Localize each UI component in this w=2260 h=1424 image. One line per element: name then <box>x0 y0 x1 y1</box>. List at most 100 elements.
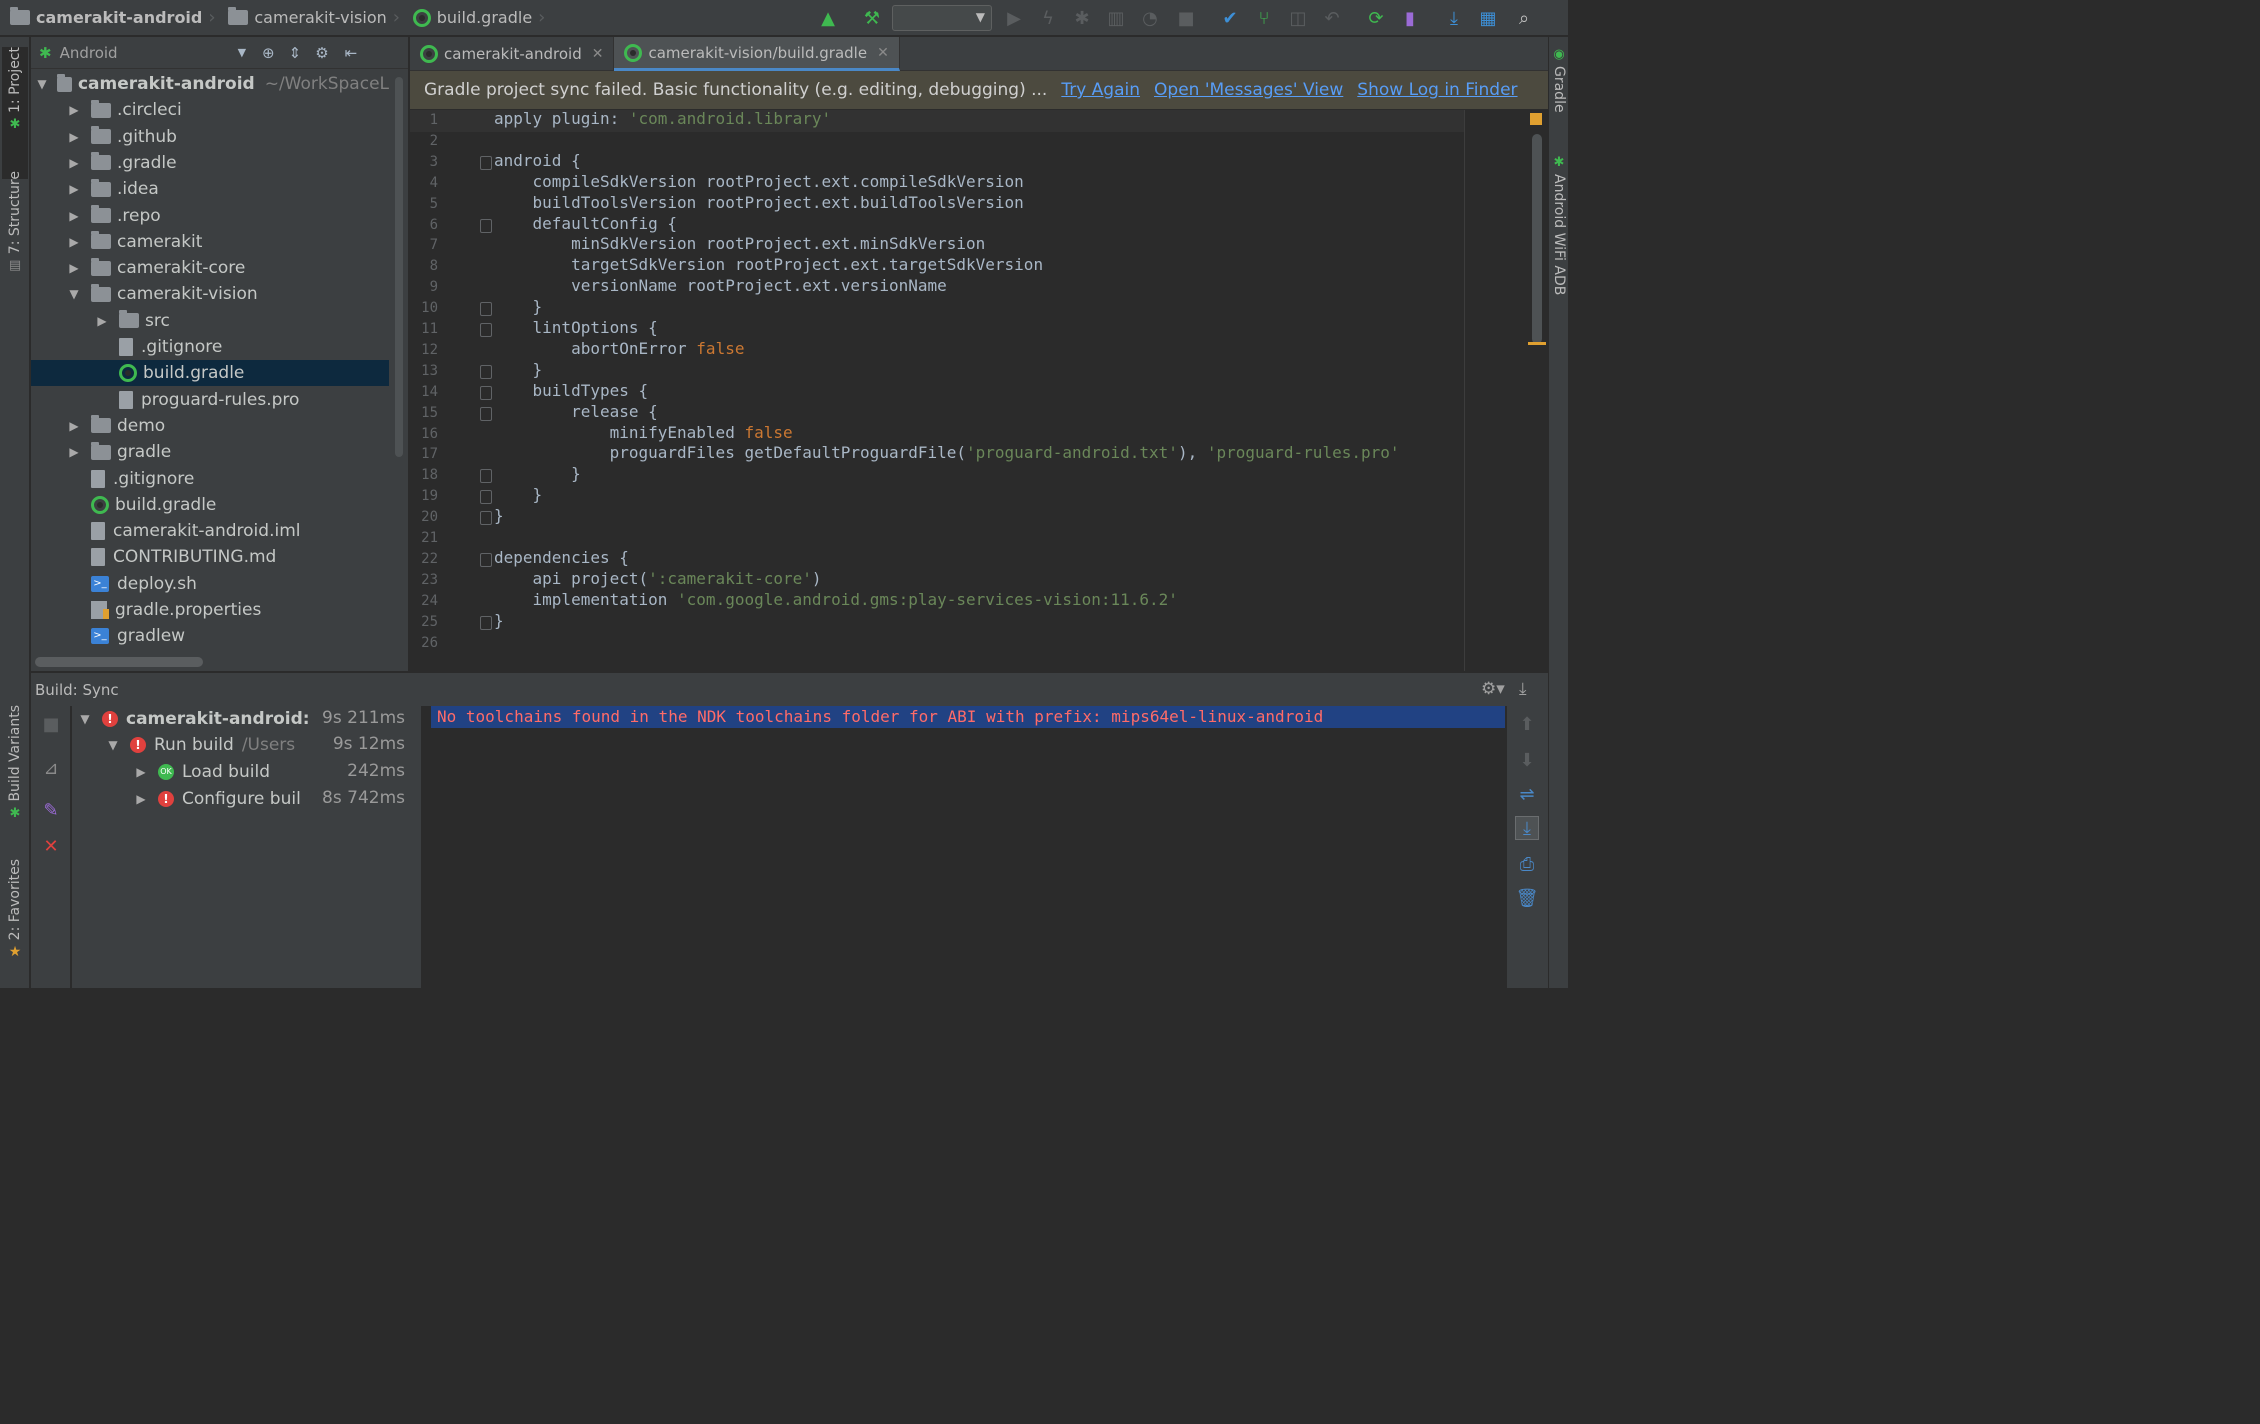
tree-item[interactable]: ▶ .github <box>31 124 389 150</box>
soft-wrap-icon[interactable]: ⇌ <box>1515 782 1539 806</box>
tree-item[interactable]: ▶ .idea <box>31 176 389 202</box>
arrow-down-icon[interactable]: ⬇ <box>1515 748 1539 772</box>
toggle-view-icon[interactable]: ⊿ <box>39 756 63 780</box>
run-configuration-select[interactable]: ▼ <box>892 5 992 31</box>
error-message[interactable]: No toolchains found in the NDK toolchain… <box>431 706 1505 728</box>
chevron-right-icon[interactable]: ▶ <box>67 156 81 170</box>
revert-icon[interactable]: ↶ <box>1320 6 1344 30</box>
tree-item[interactable]: ▶ camerakit <box>31 229 389 255</box>
close-icon[interactable]: ✕ <box>592 46 604 62</box>
tab-camerakit-vision-build-gradle[interactable]: camerakit-vision/build.gradle ✕ <box>614 37 900 71</box>
chevron-right-icon[interactable]: ▶ <box>67 182 81 196</box>
tool-tab-project[interactable]: 1: Project ✱ <box>2 47 28 179</box>
fold-marker-icon[interactable] <box>480 615 492 630</box>
tree-item[interactable]: .gitignore <box>31 466 389 492</box>
tree-item[interactable]: >_ deploy.sh <box>31 571 389 597</box>
print-icon[interactable]: ⎙ <box>1515 852 1539 876</box>
tree-item[interactable]: ▼ camerakit-vision <box>31 281 389 307</box>
fold-marker-icon[interactable] <box>480 155 492 170</box>
fold-marker-icon[interactable] <box>480 406 492 421</box>
android-device-icon[interactable]: ▲ <box>816 6 840 30</box>
profile-icon[interactable]: ▥ <box>1104 6 1128 30</box>
chevron-right-icon[interactable]: ▶ <box>67 261 81 275</box>
open-messages-view-link[interactable]: Open 'Messages' View <box>1154 80 1343 100</box>
tree-item[interactable]: ▶ .gradle <box>31 150 389 176</box>
vcs-history-icon[interactable]: ◫ <box>1286 6 1310 30</box>
tool-tab-gradle[interactable]: ◉ Gradle <box>1546 47 1572 147</box>
locate-icon[interactable]: ⊕ <box>262 44 275 62</box>
run-icon[interactable]: ▶ <box>1002 6 1026 30</box>
chevron-right-icon[interactable]: ▶ <box>67 130 81 144</box>
fold-marker-icon[interactable] <box>480 218 492 233</box>
tab-camerakit-android[interactable]: camerakit-android ✕ <box>410 37 615 71</box>
tree-item[interactable]: ▼ camerakit-android ~/WorkSpaceL <box>31 71 389 97</box>
analysis-warning-marker[interactable] <box>1530 113 1542 125</box>
tree-item[interactable]: CONTRIBUTING.md <box>31 544 389 570</box>
tree-item[interactable]: camerakit-android.iml <box>31 518 389 544</box>
scroll-to-end-icon[interactable]: ⤓ <box>1515 816 1539 840</box>
avd-manager-icon[interactable]: ▮ <box>1398 6 1422 30</box>
fold-marker-icon[interactable] <box>480 323 492 337</box>
stop-icon[interactable]: ■ <box>39 712 63 736</box>
chevron-right-icon[interactable]: ▶ <box>67 235 81 249</box>
code-editor[interactable]: 1 apply plugin: 'com.android.library' 2 3 an… <box>410 110 1548 671</box>
tool-tab-build-variants[interactable]: Build Variants ✱ <box>2 705 28 835</box>
build-tree-item[interactable]: ▼! camerakit-android: <box>78 706 309 732</box>
vcs-update-icon[interactable]: ✔ <box>1218 6 1242 30</box>
tool-tab-wifi-adb[interactable]: ✱ Android WiFi ADB <box>1546 155 1572 325</box>
chevron-right-icon[interactable]: ▶ <box>67 209 81 223</box>
chevron-right-icon[interactable]: ▶ <box>67 419 81 433</box>
tree-item[interactable]: ▶ .repo <box>31 203 389 229</box>
tree-item[interactable]: build.gradle <box>31 492 389 518</box>
tool-tab-structure[interactable]: 7: Structure ▤ <box>2 171 28 311</box>
tree-item[interactable]: ▶ src <box>31 308 389 334</box>
pin-icon[interactable]: ✎ <box>39 798 63 822</box>
tree-item[interactable]: ▶ .circleci <box>31 97 389 123</box>
chevron-down-icon[interactable]: ▼ <box>37 77 47 91</box>
hide-panel-icon[interactable]: ⇤ <box>345 44 358 62</box>
gear-icon[interactable]: ⚙ <box>315 44 328 62</box>
fold-marker-icon[interactable] <box>480 364 492 379</box>
trash-icon[interactable]: 🗑 <box>1515 886 1539 910</box>
tree-item[interactable]: build.gradle <box>31 360 389 387</box>
fold-marker-icon[interactable] <box>480 469 492 484</box>
build-output[interactable]: No toolchains found in the NDK toolchain… <box>423 706 1506 988</box>
debug-icon[interactable]: ✱ <box>1070 6 1094 30</box>
close-icon[interactable]: ✕ <box>39 834 63 858</box>
horizontal-scrollbar[interactable] <box>35 657 203 667</box>
show-log-in-finder-link[interactable]: Show Log in Finder <box>1357 80 1517 100</box>
fold-marker-icon[interactable] <box>480 511 492 526</box>
editor-scrollbar[interactable] <box>1532 134 1542 344</box>
tree-item[interactable]: gradle.properties <box>31 597 389 623</box>
chevron-right-icon[interactable]: ▶ <box>95 314 109 328</box>
chevron-right-icon[interactable]: ▶ <box>134 765 148 779</box>
tree-item[interactable]: ▶ demo <box>31 413 389 439</box>
breadcrumb-file[interactable]: build.gradle <box>403 0 538 36</box>
fold-marker-icon[interactable] <box>480 490 492 505</box>
chevron-right-icon[interactable]: ▶ <box>67 445 81 459</box>
fold-marker-icon[interactable] <box>480 552 492 567</box>
sync-gradle-icon[interactable]: ⟳ <box>1364 6 1388 30</box>
tree-item[interactable]: >_ gradlew <box>31 623 389 649</box>
close-icon[interactable]: ✕ <box>877 45 889 61</box>
tree-item[interactable]: proguard-rules.pro <box>31 387 389 413</box>
chevron-down-icon[interactable]: ▼ <box>67 287 81 301</box>
fold-marker-icon[interactable] <box>480 302 492 317</box>
build-tree-item[interactable]: ▼! Run build/Users <box>106 732 295 758</box>
profiler-gauge-icon[interactable]: ◔ <box>1138 6 1162 30</box>
tree-item[interactable]: ▶ camerakit-core <box>31 255 389 281</box>
project-view-selector[interactable]: Android <box>60 44 238 62</box>
fold-marker-icon[interactable] <box>480 385 492 400</box>
tool-tab-favorites[interactable]: 2: Favorites ★ <box>2 859 28 971</box>
gear-icon[interactable]: ⚙▾ <box>1481 679 1505 699</box>
breadcrumb-project[interactable]: camerakit-android <box>0 0 208 36</box>
search-icon[interactable]: ⌕ <box>1512 6 1536 30</box>
apply-changes-icon[interactable]: ϟ <box>1036 6 1060 30</box>
project-structure-icon[interactable]: ▦ <box>1476 6 1500 30</box>
chevron-right-icon[interactable]: ▶ <box>67 103 81 117</box>
sdk-manager-icon[interactable]: ⤓ <box>1442 6 1466 30</box>
chevron-down-icon[interactable]: ▼ <box>238 46 246 59</box>
vcs-commit-icon[interactable]: ⑂ <box>1252 6 1276 30</box>
build-tree-item[interactable]: ▶! Configure buil <box>134 786 300 812</box>
try-again-link[interactable]: Try Again <box>1061 80 1140 100</box>
